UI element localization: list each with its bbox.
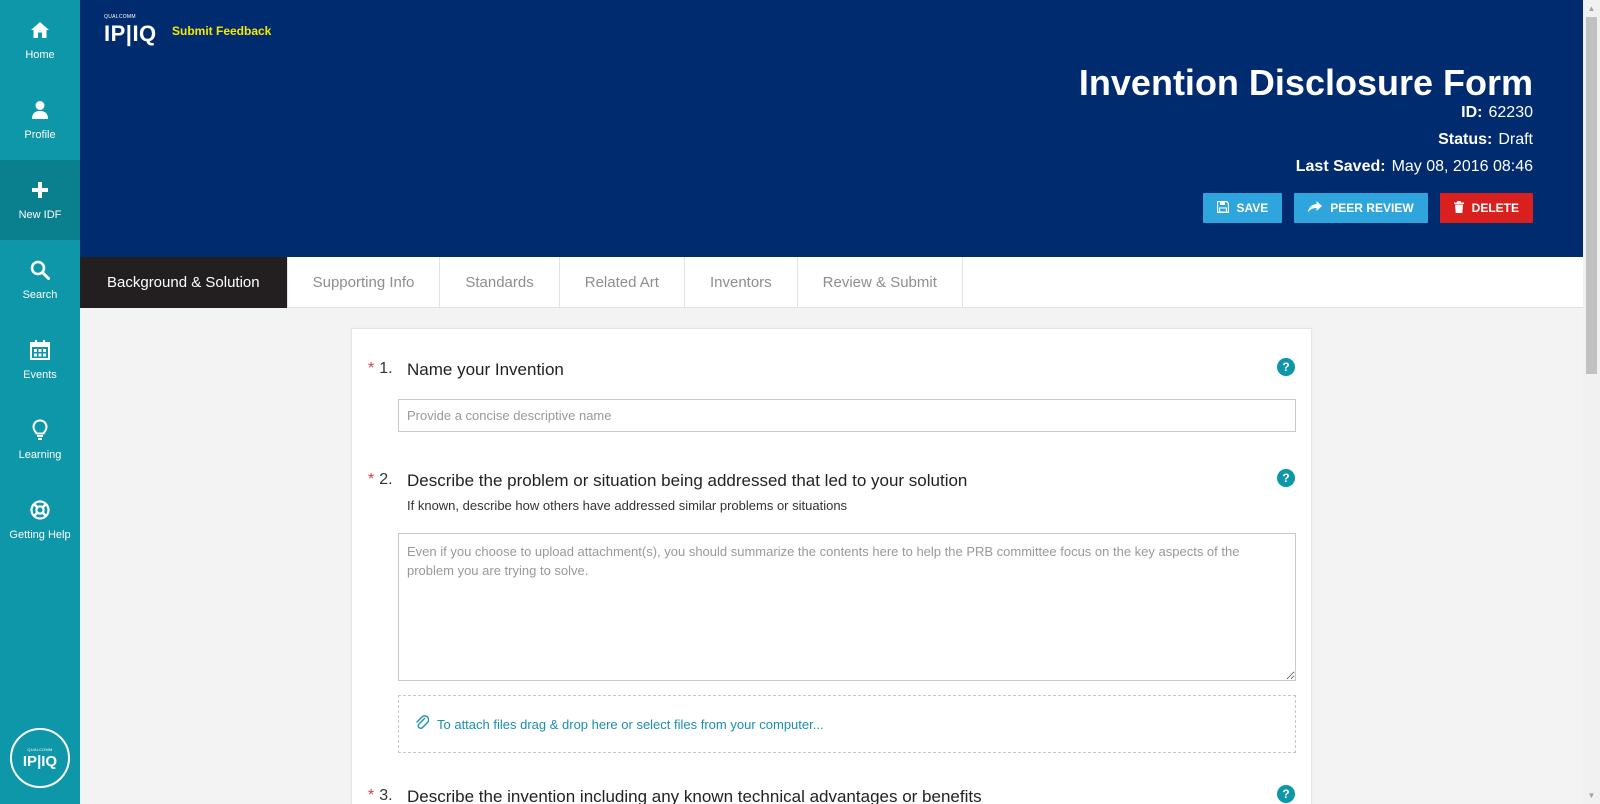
help-icon[interactable]: ? [1277, 785, 1295, 803]
tab-supporting-info[interactable]: Supporting Info [288, 257, 441, 308]
page-header: QUALCOMM IP|IQ Submit Feedback Invention… [80, 0, 1583, 257]
form-id-label: ID: [1461, 104, 1483, 121]
required-mark: * [368, 360, 375, 377]
scrollbar-thumb[interactable] [1586, 17, 1597, 374]
form-card: *1. Name your Invention ? *2. Describe t… [351, 328, 1312, 804]
last-saved-value: May 08, 2016 08:46 [1391, 158, 1533, 175]
file-dropzone[interactable]: To attach files drag & drop here or sele… [398, 695, 1296, 753]
peer-review-button[interactable]: PEER REVIEW [1294, 193, 1428, 223]
problem-description-textarea[interactable] [398, 533, 1296, 681]
tab-standards[interactable]: Standards [440, 257, 560, 308]
sidebar-item-learning[interactable]: Learning [0, 400, 80, 480]
sidebar-item-label: Learning [18, 449, 62, 461]
sidebar-item-label: Home [25, 49, 55, 61]
logo-brand-small: QUALCOMM [27, 746, 53, 752]
form-status-value: Draft [1498, 131, 1533, 148]
sidebar-item-getting-help[interactable]: Getting Help [0, 480, 80, 560]
user-icon [29, 99, 51, 121]
help-icon[interactable]: ? [1277, 358, 1295, 376]
plus-icon [29, 179, 51, 201]
question-title: Describe the invention including any kno… [407, 787, 982, 804]
page-title: Invention Disclosure Form [1078, 62, 1533, 103]
logo-brand-small: QUALCOMM [104, 14, 136, 20]
question-number-text: 2. [379, 471, 393, 488]
help-icon[interactable]: ? [1277, 469, 1295, 487]
sidebar-item-label: Profile [24, 129, 56, 141]
trash-icon [1453, 200, 1464, 216]
required-mark: * [368, 787, 375, 804]
scroll-down-arrow-icon[interactable]: ▼ [1583, 787, 1600, 804]
form-id-value: 62230 [1488, 104, 1534, 121]
form-content: *1. Name your Invention ? *2. Describe t… [80, 308, 1583, 804]
sidebar-item-label: New IDF [18, 209, 62, 221]
sidebar-item-search[interactable]: Search [0, 240, 80, 320]
save-button[interactable]: SAVE [1202, 193, 1283, 223]
sidebar-item-home[interactable]: Home [0, 0, 80, 80]
tab-inventors[interactable]: Inventors [685, 257, 798, 308]
question-number: * 3. [368, 787, 393, 804]
question-number: * 2. [368, 471, 393, 489]
form-status-label: Status: [1438, 131, 1493, 148]
question-title: Describe the problem or situation being … [407, 471, 968, 490]
sidebar-item-label: Search [22, 289, 58, 301]
lightbulb-icon [29, 419, 51, 441]
dropzone-text: To attach files drag & drop here or sele… [437, 716, 824, 732]
invention-name-input[interactable] [398, 399, 1296, 432]
sidebar-nav: Home Profile New IDF Search Events Learn… [0, 0, 80, 804]
tab-background-solution[interactable]: Background & Solution [80, 257, 288, 317]
scroll-up-arrow-icon[interactable]: ▲ [1583, 0, 1600, 17]
logo-brand-big: IP|IQ [22, 752, 58, 770]
form-last-saved: Last Saved: May 08, 2016 08:46 [1296, 158, 1533, 176]
paperclip-icon [415, 715, 430, 733]
logo-brand-big: IP|IQ [104, 21, 157, 46]
question-number-text: 3. [379, 787, 393, 804]
share-arrow-icon [1308, 200, 1323, 216]
form-status: Status: Draft [1438, 131, 1533, 149]
tab-review-submit[interactable]: Review & Submit [798, 257, 963, 308]
question-title: Name your Invention [407, 360, 564, 379]
tab-related-art[interactable]: Related Art [560, 257, 685, 308]
calendar-icon [29, 339, 51, 361]
peer-review-button-label: PEER REVIEW [1330, 201, 1414, 215]
delete-button-label: DELETE [1471, 201, 1519, 215]
sidebar-item-events[interactable]: Events [0, 320, 80, 400]
form-tabs: Background & Solution Supporting Info St… [80, 257, 1583, 317]
submit-feedback-link[interactable]: Submit Feedback [172, 24, 271, 38]
question-number-text: 1. [379, 360, 393, 377]
delete-button[interactable]: DELETE [1439, 193, 1533, 223]
lifebuoy-icon [29, 499, 51, 521]
question-number: * 1. [368, 360, 393, 378]
save-button-label: SAVE [1236, 201, 1269, 215]
sidebar-item-label: Events [23, 369, 57, 381]
floppy-disk-icon [1216, 200, 1229, 216]
sidebar-item-label: Getting Help [9, 529, 71, 541]
last-saved-label: Last Saved: [1295, 158, 1386, 175]
sidebar-item-profile[interactable]: Profile [0, 80, 80, 160]
sidebar-item-new-idf[interactable]: New IDF [0, 160, 80, 240]
search-icon [29, 259, 51, 281]
required-mark: * [368, 471, 375, 488]
home-icon [29, 19, 51, 41]
question-subtitle: If known, describe how others have addre… [407, 498, 848, 513]
page-scrollbar[interactable]: ▲ ▼ [1583, 0, 1600, 804]
sidebar-logo[interactable]: QUALCOMM IP|IQ [10, 728, 70, 788]
header-logo[interactable]: QUALCOMM IP|IQ [104, 14, 157, 47]
form-actions: SAVE PEER REVIEW DELETE [1202, 193, 1533, 223]
form-id: ID: 62230 [1461, 104, 1533, 122]
